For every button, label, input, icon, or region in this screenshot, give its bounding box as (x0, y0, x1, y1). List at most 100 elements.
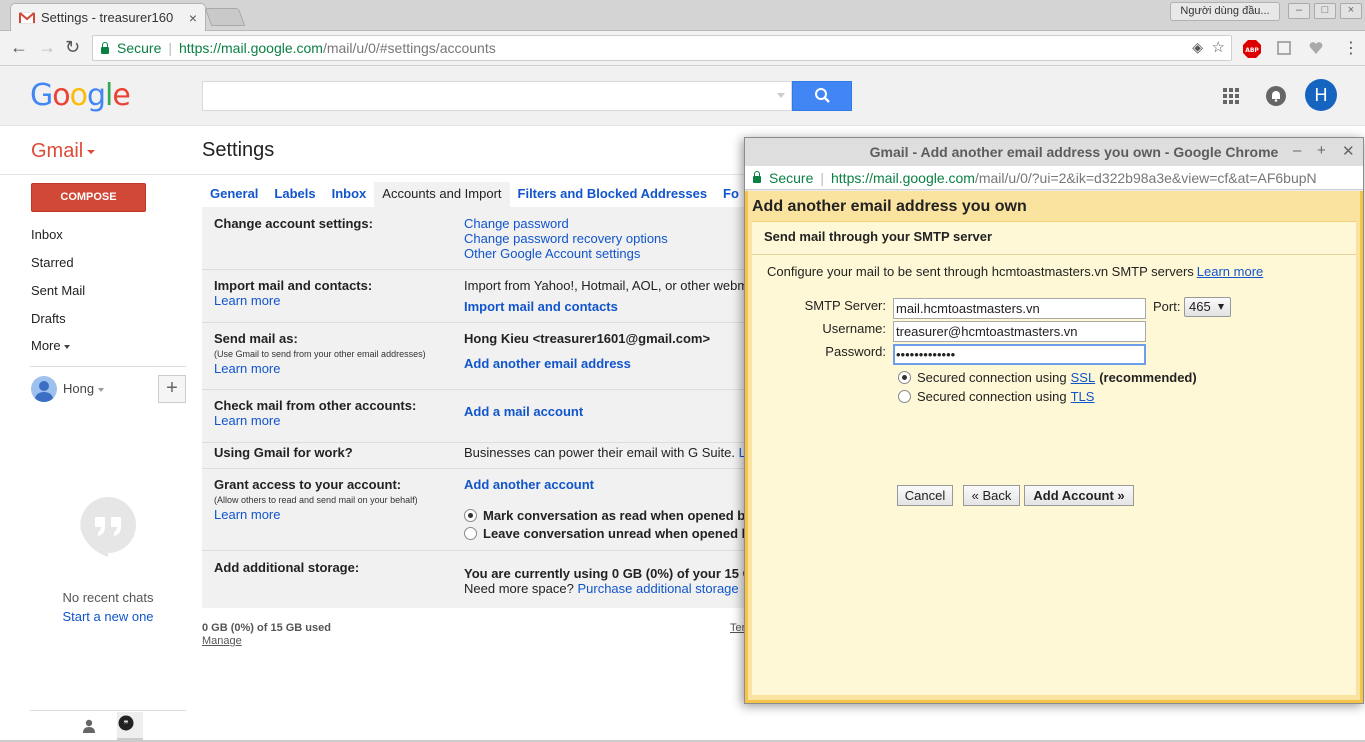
work-text: Businesses can power their email with G … (464, 445, 747, 460)
profile-button[interactable]: Người dùng đầu... (1170, 2, 1280, 21)
import-mail-link[interactable]: Import mail and contacts (464, 299, 618, 314)
google-logo[interactable]: Google (30, 78, 131, 113)
reload-icon[interactable]: ↻ (65, 37, 80, 58)
send-as-learn-more-link[interactable]: Learn more (214, 361, 280, 376)
notifications-bell-icon[interactable] (1266, 86, 1286, 106)
header-divider (0, 174, 745, 175)
search-options-chevron-icon[interactable] (777, 93, 785, 98)
popup-body: Add another email address you own Send m… (745, 191, 1363, 703)
sidebar-item-sent[interactable]: Sent Mail (31, 283, 85, 298)
close-window-icon[interactable]: × (1340, 3, 1362, 19)
sidebar-item-starred[interactable]: Starred (31, 255, 74, 270)
new-chat-plus-icon[interactable]: + (158, 375, 186, 403)
tab-filters[interactable]: Filters and Blocked Addresses (510, 182, 716, 207)
url-host: https://mail.google.com (179, 40, 323, 56)
radio-unchecked-icon[interactable] (464, 527, 477, 540)
popup-maximize-icon[interactable]: + (1317, 142, 1326, 159)
tab-general[interactable]: General (202, 182, 266, 207)
compose-button[interactable]: COMPOSE (31, 183, 146, 212)
browser-tab[interactable]: Settings - treasurer160 × (10, 3, 206, 31)
browser-tab-strip: Settings - treasurer160 × Người dùng đầu… (0, 0, 1365, 31)
forward-arrow-icon[interactable]: → (38, 37, 56, 58)
hangouts-logo-icon (80, 497, 136, 557)
back-button[interactable]: « Back (963, 485, 1020, 506)
ssl-radio[interactable]: Secured connection using SSL (recommende… (898, 370, 1197, 385)
bookmark-star-icon[interactable]: ☆ (1212, 38, 1225, 56)
google-header: Google H (0, 66, 1365, 126)
check-mail-learn-more-link[interactable]: Learn more (214, 413, 280, 428)
smtp-server-input[interactable]: mail.hcmtoastmasters.vn (893, 298, 1146, 319)
hangouts-avatar[interactable] (31, 376, 57, 402)
search-icon (815, 88, 830, 103)
hangouts-user[interactable]: Hong (63, 381, 105, 396)
tab-labels[interactable]: Labels (266, 182, 323, 207)
mark-read-radio[interactable]: Mark conversation as read when opened by (464, 508, 747, 523)
ssl-link[interactable]: SSL (1071, 370, 1096, 385)
minimize-icon[interactable]: – (1288, 3, 1310, 19)
grant-note: (Allow others to read and send mail on y… (214, 495, 418, 505)
address-bar[interactable]: Secure | https://mail.google.com/mail/u/… (92, 35, 1232, 61)
new-tab-button[interactable] (204, 8, 246, 26)
import-learn-more-link[interactable]: Learn more (214, 293, 280, 308)
sidebar-item-drafts[interactable]: Drafts (31, 311, 66, 326)
heart-extension-icon[interactable] (1308, 40, 1326, 58)
tls-link[interactable]: TLS (1071, 389, 1095, 404)
tab-accounts-and-import[interactable]: Accounts and Import (374, 182, 510, 207)
add-email-popup-window: Gmail - Add another email address you ow… (744, 137, 1364, 704)
grant-learn-more-link[interactable]: Learn more (214, 507, 280, 522)
sidebar-item-inbox[interactable]: Inbox (31, 227, 63, 242)
ssl-prefix: Secured connection using (917, 370, 1067, 385)
tls-radio[interactable]: Secured connection using TLS (898, 389, 1098, 404)
svg-text:❞: ❞ (124, 720, 129, 730)
popup-minimize-icon[interactable]: – (1293, 142, 1301, 159)
add-account-button[interactable]: Add Account » (1024, 485, 1134, 506)
need-space-text: Need more space? (464, 581, 574, 596)
search-button[interactable] (792, 81, 852, 111)
send-as-label: Send mail as: (214, 331, 298, 346)
add-mail-account-link[interactable]: Add a mail account (464, 404, 583, 419)
lock-icon (753, 171, 761, 183)
mail-search-input[interactable] (202, 81, 792, 111)
back-arrow-icon[interactable]: ← (10, 37, 28, 58)
send-as-account: Hong Kieu <treasurer1601@gmail.com> (464, 331, 711, 346)
cancel-button[interactable]: Cancel (897, 485, 953, 506)
terms-link[interactable]: Ter (730, 622, 745, 634)
extension-icon[interactable] (1276, 40, 1294, 58)
browser-menu-icon[interactable]: ⋮ (1343, 38, 1359, 58)
sidebar-item-more[interactable]: More (31, 338, 70, 353)
radio-unchecked-icon[interactable] (898, 390, 911, 403)
leave-unread-radio[interactable]: Leave conversation unread when opened b (464, 526, 747, 541)
tab-close-icon[interactable]: × (189, 10, 197, 26)
apps-grid-icon[interactable] (1223, 88, 1239, 104)
add-another-email-link[interactable]: Add another email address (464, 356, 631, 371)
change-recovery-link[interactable]: Change password recovery options (464, 231, 668, 246)
person-icon[interactable] (82, 719, 96, 733)
port-select[interactable]: 465 (1184, 297, 1231, 317)
other-account-settings-link[interactable]: Other Google Account settings (464, 246, 640, 261)
tab-forwarding[interactable]: Fo (715, 182, 747, 207)
change-password-link[interactable]: Change password (464, 216, 569, 231)
add-another-account-link[interactable]: Add another account (464, 477, 594, 492)
adblock-icon[interactable]: ABP (1243, 40, 1261, 58)
page-title: Settings (202, 139, 275, 161)
popup-learn-more-link[interactable]: Learn more (1197, 264, 1263, 279)
account-avatar[interactable]: H (1305, 79, 1337, 111)
radio-checked-icon[interactable] (464, 509, 477, 522)
gmail-favicon-icon (19, 11, 35, 24)
hangouts-user-name: Hong (63, 381, 95, 396)
popup-close-icon[interactable]: ✕ (1342, 142, 1355, 160)
username-input[interactable]: treasurer@hcmtoastmasters.vn (893, 321, 1146, 342)
gmail-menu[interactable]: Gmail (31, 140, 96, 163)
password-input[interactable]: ••••••••••••• (893, 344, 1146, 365)
chevron-down-icon (1218, 304, 1224, 310)
radio-checked-icon[interactable] (898, 371, 911, 384)
purchase-storage-link[interactable]: Purchase additional storage (577, 581, 738, 596)
maximize-icon[interactable]: □ (1314, 3, 1336, 19)
eye-icon[interactable]: ◈ (1192, 39, 1203, 56)
settings-tabs: General Labels Inbox Accounts and Import… (202, 182, 747, 207)
start-new-chat-link[interactable]: Start a new one (30, 609, 186, 624)
popup-address-bar[interactable]: Secure | https://mail.google.com/mail/u/… (745, 166, 1363, 190)
manage-link[interactable]: Manage (202, 635, 242, 647)
hangouts-tab-icon[interactable]: ❞ (117, 712, 143, 740)
tab-inbox[interactable]: Inbox (324, 182, 375, 207)
